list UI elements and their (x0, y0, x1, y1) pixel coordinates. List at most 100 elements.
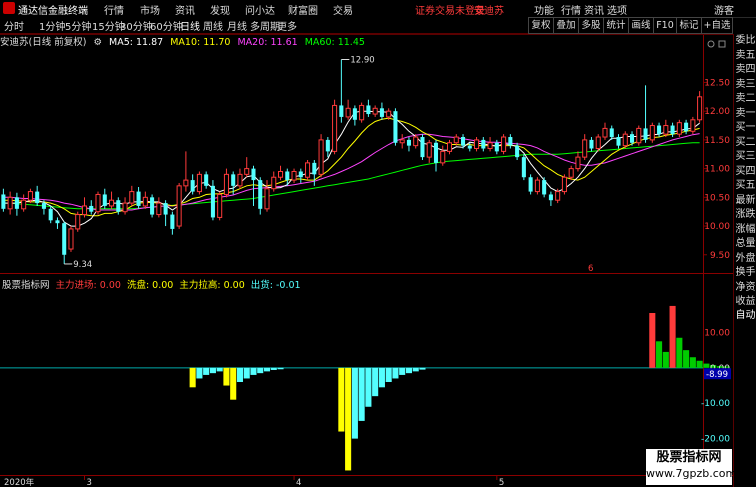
indicator-l2: 洗盘: 0.00 (126, 280, 174, 291)
candle-body (27, 191, 33, 201)
candle-body (372, 107, 378, 115)
candle-body (62, 223, 67, 255)
candle-body (575, 156, 581, 170)
indicator-bar (419, 367, 426, 370)
sidebar-item: 最新 (735, 194, 756, 206)
watermark-line2: www.7gpzb.com (646, 467, 737, 480)
candle-body (474, 139, 480, 150)
candle-body (318, 139, 324, 175)
price-axis-label: 11.50 (704, 136, 730, 146)
candle-body (542, 180, 547, 195)
indicator-bar (203, 367, 210, 375)
candle-body (183, 179, 189, 187)
candle-body (508, 137, 513, 146)
candle-body (453, 136, 459, 144)
candle-body (649, 125, 655, 141)
indicator-bars (0, 305, 730, 471)
candle-body (366, 105, 371, 115)
indicator-bar (385, 367, 392, 382)
indicator-bar (243, 367, 250, 379)
indicator-bar (345, 367, 352, 471)
candle-body (589, 139, 594, 149)
candle-body (461, 137, 466, 146)
candle-body (210, 185, 215, 218)
candle-body (697, 96, 703, 121)
candle-body (81, 205, 88, 216)
indicator-bar (196, 367, 203, 379)
candle-body (467, 145, 472, 149)
indicator-bar (656, 341, 663, 368)
indicator-bar (669, 305, 676, 368)
high-label: 12.90 (350, 55, 374, 65)
indicator-bar (365, 367, 372, 407)
sidebar-item: 买一 (735, 122, 756, 133)
candle-body (156, 202, 162, 216)
maximize-icon (718, 40, 726, 48)
indicator-axis-label: -10.00 (701, 399, 730, 409)
candle-body (277, 170, 284, 178)
chart-canvas[interactable]: 12.5012.0011.5011.0010.5010.009.5010.000… (0, 0, 733, 487)
price-axis-label: 10.50 (704, 193, 730, 203)
candle-body (420, 137, 425, 158)
candle-body (95, 193, 101, 213)
indicator-bar (649, 313, 656, 368)
candle-body (494, 142, 499, 152)
indicator-bar (277, 367, 284, 370)
candle-body (258, 180, 263, 209)
price-axis-label: 12.00 (704, 107, 730, 117)
event-mark-label: 6 (588, 264, 593, 274)
sidebar-item: 卖三 (735, 78, 756, 90)
sidebar-item: 买五 (735, 180, 756, 191)
candle-body (325, 139, 330, 152)
ma60-line (3, 142, 700, 210)
candle-body (196, 173, 202, 193)
candle-body (386, 110, 392, 118)
candle-body (663, 125, 669, 135)
candle-body (616, 137, 621, 146)
indicator-bar (257, 367, 264, 374)
candle-body (55, 220, 60, 224)
indicator-bar (270, 367, 277, 370)
candle-body (204, 174, 209, 186)
indicator-bar (230, 367, 237, 400)
candle-body (561, 176, 567, 193)
indicator-bar (412, 367, 419, 372)
sidebar-item: 买二 (735, 136, 756, 148)
candle-body (170, 214, 175, 229)
candle-body (379, 108, 384, 117)
candle-body (629, 134, 635, 143)
chart-grid (0, 34, 733, 476)
price-axis-label: 11.00 (704, 165, 730, 175)
quote-sidebar: 委比 卖五 卖四 卖三 卖二 卖一 买一 买二 买三 买四 买五 最新 涨跌 涨幅 总量 外盘 换手 净资 收益 自动 (733, 34, 756, 487)
indicator-bar (405, 367, 412, 374)
sidebar-auto[interactable]: 自动 (734, 306, 756, 321)
indicator-bar (189, 367, 196, 388)
candle-body (636, 127, 642, 144)
sidebar-item: 卖二 (735, 93, 756, 104)
indicator-bar (378, 367, 385, 388)
candle-body (359, 104, 365, 121)
candle-body (264, 188, 270, 210)
zoom-circle-icon (707, 40, 715, 48)
indicator-bar (216, 367, 223, 372)
indicator-axis-label: -20.00 (701, 435, 730, 445)
indicator-bar (372, 367, 379, 397)
indicator-l3: 主力拉高: 0.00 (179, 280, 245, 291)
candle-body (534, 179, 540, 193)
candle-body (548, 194, 553, 201)
candle-body (684, 122, 689, 132)
indicator-l4: 出货: -0.01 (250, 280, 301, 291)
candle-body (446, 142, 453, 152)
low-label: 9.34 (73, 260, 92, 270)
candle-body (515, 145, 520, 158)
price-axis-label: 9.50 (710, 251, 730, 261)
candle-body (116, 200, 121, 212)
indicator-bar (662, 351, 669, 368)
indicator-bar (683, 350, 690, 368)
price-axis-label: 10.00 (704, 222, 730, 232)
watermark-line1: 股票指标网 (656, 450, 722, 465)
candle-body (14, 197, 19, 209)
indicator-bar (358, 367, 365, 421)
candle-body (312, 162, 317, 175)
candle-body (21, 199, 27, 210)
